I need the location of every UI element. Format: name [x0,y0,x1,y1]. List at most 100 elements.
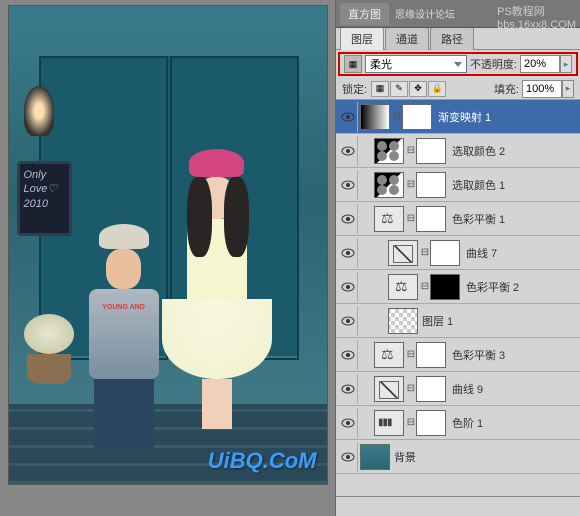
blend-mode-value: 柔光 [370,56,392,72]
tab-layers[interactable]: 图层 [340,27,384,50]
layer-thumbnail[interactable] [374,342,404,368]
layer-name-label: 图层 1 [422,313,453,329]
layer-row[interactable]: ⊟ 色彩平衡 1 [336,202,580,236]
layer-row[interactable]: ⊟ 选取颜色 1 [336,168,580,202]
panel-header: 直方图 思缘设计论坛 PS教程网bbs.16xx8.COM [336,0,580,28]
opacity-slider-toggle[interactable]: ▸ [560,55,572,73]
visibility-eye-icon[interactable] [338,170,358,200]
layer-name-label: 选取颜色 1 [452,177,505,193]
blend-mode-row: ▦ 柔光 不透明度: 20% ▸ [338,52,578,76]
layer-name-label: 色阶 1 [452,415,483,431]
layer-thumbnail[interactable] [374,206,404,232]
opacity-input[interactable]: 20% [520,55,560,73]
opacity-value: 20% [524,58,546,70]
layer-thumbnail[interactable] [360,104,390,130]
fill-input[interactable]: 100% [522,80,562,98]
layer-mask-thumbnail[interactable] [416,376,446,402]
layer-row[interactable]: ⊟曲线 7 [336,236,580,270]
layer-mask-thumbnail[interactable] [430,274,460,300]
link-icon: ⊟ [406,417,416,428]
layers-list: ⊟渐变映射 1⊟选取颜色 2⊟选取颜色 1⊟色彩平衡 1⊟曲线 7⊟色彩平衡 2… [336,100,580,496]
layer-thumbnail[interactable] [360,444,390,470]
link-icon: ⊟ [406,179,416,190]
basket [27,354,71,384]
layer-name-label: 渐变映射 1 [438,109,491,125]
thumbnail-toggle-icon[interactable]: ▦ [344,55,362,73]
visibility-eye-icon[interactable] [338,204,358,234]
flowers [24,314,74,354]
visibility-eye-icon[interactable] [338,442,358,472]
layer-row[interactable]: ⊟曲线 9 [336,372,580,406]
lock-position-icon[interactable]: ✥ [409,81,427,97]
layers-panel: 直方图 思缘设计论坛 PS教程网bbs.16xx8.COM 图层 通道 路径 ▦… [335,0,580,516]
tab-paths[interactable]: 路径 [430,27,474,50]
lock-transparency-icon[interactable]: ▦ [371,81,389,97]
layer-thumbnail[interactable] [374,172,404,198]
chalk-line1: Only [24,168,65,182]
layer-mask-thumbnail[interactable] [416,172,446,198]
chalk-line3: 2010 [24,197,65,211]
photo-preview: Only Love♡ 2010 UiBQ.CoM [8,5,328,485]
tab-channels[interactable]: 通道 [385,27,429,50]
lock-pixels-icon[interactable]: ✎ [390,81,408,97]
layer-mask-thumbnail[interactable] [402,104,432,130]
layer-thumbnail[interactable] [374,376,404,402]
blend-mode-select[interactable]: 柔光 [365,55,467,73]
panel-footer [336,496,580,516]
link-icon: ⊟ [406,349,416,360]
link-icon: ⊟ [392,111,402,122]
link-icon: ⊟ [406,213,416,224]
wall-lamp [24,86,54,136]
visibility-eye-icon[interactable] [338,340,358,370]
visibility-eye-icon[interactable] [338,374,358,404]
layer-row[interactable]: 背景 [336,440,580,474]
layer-thumbnail[interactable] [388,240,418,266]
opacity-label: 不透明度: [470,56,517,72]
layer-row[interactable]: ⊟ 色阶 1 [336,406,580,440]
link-icon: ⊟ [420,281,430,292]
badge-url: PS教程网bbs.16xx8.COM [497,3,576,31]
lock-all-icon[interactable]: 🔒 [428,81,446,97]
chalkboard: Only Love♡ 2010 [17,161,72,236]
layer-row[interactable]: 图层 1 [336,304,580,338]
layer-name-label: 色彩平衡 3 [452,347,505,363]
layer-thumbnail[interactable] [388,308,418,334]
layer-mask-thumbnail[interactable] [416,410,446,436]
link-icon: ⊟ [406,383,416,394]
visibility-eye-icon[interactable] [338,272,358,302]
fill-slider-toggle[interactable]: ▸ [562,80,574,98]
layer-row[interactable]: ⊟ 色彩平衡 3 [336,338,580,372]
watermark: UiBQ.CoM [208,448,317,474]
visibility-eye-icon[interactable] [338,238,358,268]
lock-row: 锁定: ▦ ✎ ✥ 🔒 填充: 100% ▸ [336,78,580,100]
panel-tabs: 图层 通道 路径 [336,28,580,50]
layer-name-label: 曲线 7 [466,245,497,261]
man-figure [79,224,169,424]
visibility-eye-icon[interactable] [338,306,358,336]
layer-name-label: 背景 [394,449,416,465]
visibility-eye-icon[interactable] [338,408,358,438]
tab-histogram[interactable]: 直方图 [340,3,389,25]
woman-figure [167,149,267,429]
header-subtitle: 思缘设计论坛 [395,6,455,21]
layer-mask-thumbnail[interactable] [430,240,460,266]
layer-row[interactable]: ⊟色彩平衡 2 [336,270,580,304]
layer-mask-thumbnail[interactable] [416,342,446,368]
layer-thumbnail[interactable] [374,138,404,164]
link-icon: ⊟ [406,145,416,156]
layer-thumbnail[interactable] [388,274,418,300]
visibility-eye-icon[interactable] [338,102,358,132]
layer-mask-thumbnail[interactable] [416,206,446,232]
layer-name-label: 选取颜色 2 [452,143,505,159]
lock-label: 锁定: [342,81,367,97]
layer-name-label: 色彩平衡 1 [452,211,505,227]
fill-label: 填充: [494,81,519,97]
layer-thumbnail[interactable] [374,410,404,436]
layer-mask-thumbnail[interactable] [416,138,446,164]
chalk-line2: Love♡ [24,182,65,196]
layer-row[interactable]: ⊟ 选取颜色 2 [336,134,580,168]
layer-row[interactable]: ⊟ 渐变映射 1 [336,100,580,134]
visibility-eye-icon[interactable] [338,136,358,166]
canvas-area: Only Love♡ 2010 UiBQ.CoM [0,0,335,516]
fill-value: 100% [526,83,554,95]
